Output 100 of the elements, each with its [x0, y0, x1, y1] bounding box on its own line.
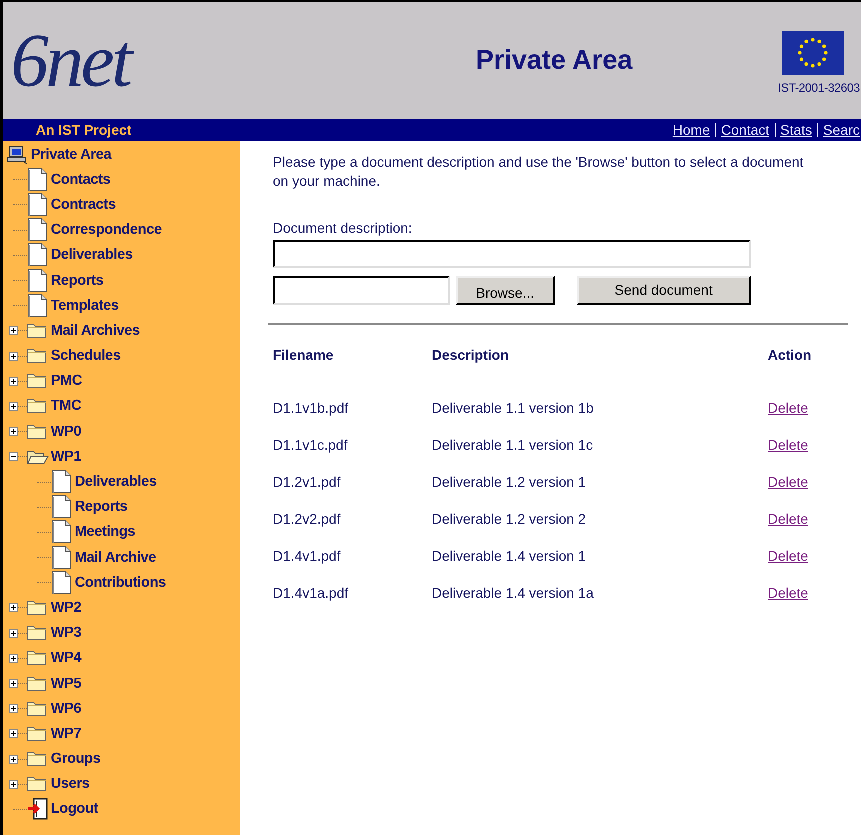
document-icon — [51, 546, 73, 570]
filename-cell-text: D1.4v1.pdf — [273, 546, 342, 566]
tree-item[interactable]: WP0 — [51, 424, 82, 440]
folder-icon — [27, 724, 49, 743]
folder-icon — [27, 750, 49, 768]
document-icon — [27, 294, 49, 318]
logout-icon — [27, 798, 49, 820]
expand-icon[interactable] — [9, 729, 18, 738]
folder-icon — [27, 322, 49, 340]
description-cell: Deliverable 1.1 version 1c — [432, 426, 768, 463]
delete-link[interactable]: Delete — [768, 436, 808, 452]
nav-link[interactable]: Contact — [716, 122, 775, 138]
document-icon — [51, 470, 73, 494]
tree-item[interactable]: Users — [51, 776, 90, 792]
column-header: Filename — [273, 346, 335, 365]
collapse-icon[interactable] — [9, 452, 18, 462]
project-code: IST-2001-32603 — [778, 80, 860, 94]
folder-icon — [27, 649, 49, 668]
expand-icon[interactable] — [9, 628, 18, 638]
tree-item[interactable]: Contributions — [75, 574, 166, 591]
expand-icon[interactable] — [9, 679, 18, 688]
document-icon — [27, 192, 49, 217]
site-logo: 6net — [11, 22, 341, 98]
filename-cell-text: D1.4v1a.pdf — [273, 584, 350, 603]
tree-item[interactable]: PMC — [51, 373, 82, 390]
expand-icon[interactable] — [9, 704, 18, 714]
tagline: An IST Project — [36, 122, 133, 138]
tree-item[interactable]: Correspondence — [51, 222, 162, 238]
column-header: Action — [768, 346, 812, 365]
field-label: Document description: — [273, 220, 412, 237]
computer-icon — [7, 144, 29, 165]
tree-item[interactable]: WP2 — [51, 600, 82, 616]
tree-item[interactable]: Reports — [51, 272, 104, 289]
file-path-field[interactable] — [273, 276, 450, 305]
tree-item[interactable]: Reports — [75, 499, 128, 516]
folder-icon — [27, 624, 49, 642]
folder-icon — [27, 775, 49, 794]
tree-item[interactable]: Templates — [51, 298, 119, 314]
nav-link[interactable]: Home — [668, 122, 716, 138]
folder-icon — [27, 347, 49, 366]
nav-link[interactable]: Stats — [776, 122, 818, 138]
tree-item[interactable]: WP4 — [51, 650, 82, 666]
expand-icon[interactable] — [9, 326, 18, 336]
tree-item[interactable]: Logout — [51, 801, 98, 818]
description-cell: Deliverable 1.4 version 1 — [432, 537, 768, 574]
expand-icon[interactable] — [9, 352, 18, 361]
tree-item[interactable]: Mail Archive — [75, 550, 156, 566]
description-cell: Deliverable 1.4 version 1a — [432, 574, 768, 611]
expand-icon[interactable] — [9, 376, 18, 386]
document-icon — [51, 495, 73, 520]
filename-cell-text: D1.2v1.pdf — [273, 472, 342, 492]
send-button[interactable]: Send document — [576, 276, 751, 305]
document-icon — [27, 243, 49, 268]
tree-item[interactable]: Deliverables — [75, 474, 157, 490]
document-icon — [51, 520, 73, 544]
delete-link[interactable]: Delete — [768, 510, 808, 526]
tree-item[interactable]: WP1 — [51, 448, 82, 465]
document-icon — [51, 570, 73, 595]
tree-item[interactable]: Schedules — [51, 348, 121, 364]
folder-icon — [27, 598, 49, 617]
instructions-text: Please type a document description and use the 'Browse' button to select a document on your machine. — [273, 153, 805, 191]
expand-icon[interactable] — [9, 654, 18, 663]
folder-icon — [27, 397, 49, 416]
nav-link[interactable]: Searc — [818, 122, 861, 138]
expand-icon[interactable] — [9, 427, 18, 436]
delete-link[interactable]: Delete — [768, 400, 808, 416]
expand-icon[interactable] — [9, 754, 18, 764]
document-icon — [27, 168, 49, 192]
tree-item[interactable]: WP5 — [51, 676, 82, 692]
tree-item[interactable]: Groups — [51, 751, 101, 768]
delete-link[interactable]: Delete — [768, 584, 808, 600]
expand-icon[interactable] — [9, 603, 18, 612]
tree-item[interactable]: Contacts — [51, 172, 111, 188]
folder-icon — [27, 700, 49, 718]
tree-item[interactable]: WP6 — [51, 700, 82, 717]
tree-item[interactable]: Deliverables — [51, 247, 133, 264]
expand-icon[interactable] — [9, 780, 18, 789]
tree-item[interactable]: WP3 — [51, 625, 82, 642]
expand-icon[interactable] — [9, 402, 18, 411]
folder-icon — [27, 422, 49, 441]
folder-icon — [27, 674, 49, 693]
delete-link[interactable]: Delete — [768, 548, 808, 564]
column-header: Description — [432, 345, 768, 389]
description-cell: Deliverable 1.2 version 1 — [432, 463, 768, 500]
flag-icon — [782, 30, 844, 74]
folder-icon — [27, 372, 49, 390]
delete-link[interactable]: Delete — [768, 474, 808, 490]
tree-item[interactable]: Mail Archives — [51, 322, 140, 339]
filename-cell-text: D1.1v1c.pdf — [273, 436, 349, 455]
tree-item[interactable]: Contracts — [51, 196, 116, 213]
document-icon — [27, 268, 49, 293]
description-field[interactable] — [273, 240, 751, 268]
tree-item[interactable]: Meetings — [75, 524, 136, 540]
tree-item[interactable]: WP7 — [51, 726, 82, 742]
tree-item[interactable]: Private Area — [31, 146, 112, 163]
document-icon — [27, 218, 49, 242]
filename-cell-text: D1.1v1b.pdf — [273, 398, 350, 418]
description-cell: Deliverable 1.1 version 1b — [432, 389, 768, 426]
browse-button[interactable]: Browse... — [456, 276, 555, 305]
tree-item[interactable]: TMC — [51, 398, 82, 414]
